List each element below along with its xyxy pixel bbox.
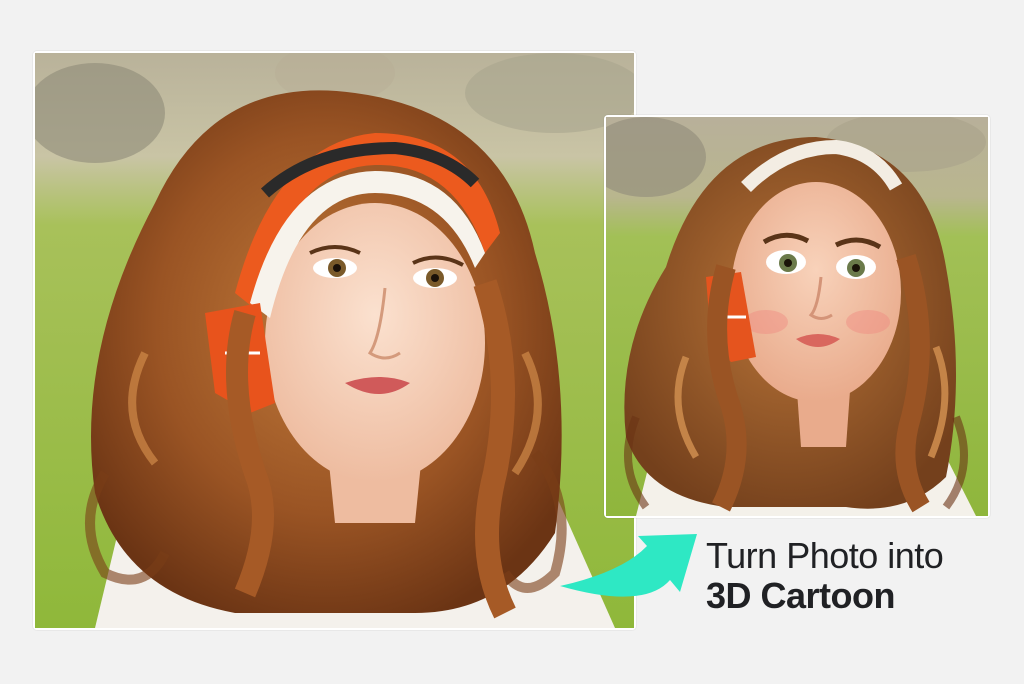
- cartoon-image: [606, 117, 988, 516]
- curved-arrow-icon: [560, 534, 697, 597]
- caption-line-1: Turn Photo into: [706, 535, 944, 576]
- caption-line-2: 3D Cartoon: [706, 575, 896, 617]
- cartoon-image-frame: [604, 115, 990, 518]
- caption: Turn Photo into 3D Cartoon: [706, 535, 944, 617]
- original-photo: [35, 53, 634, 628]
- original-photo-frame: [33, 51, 636, 630]
